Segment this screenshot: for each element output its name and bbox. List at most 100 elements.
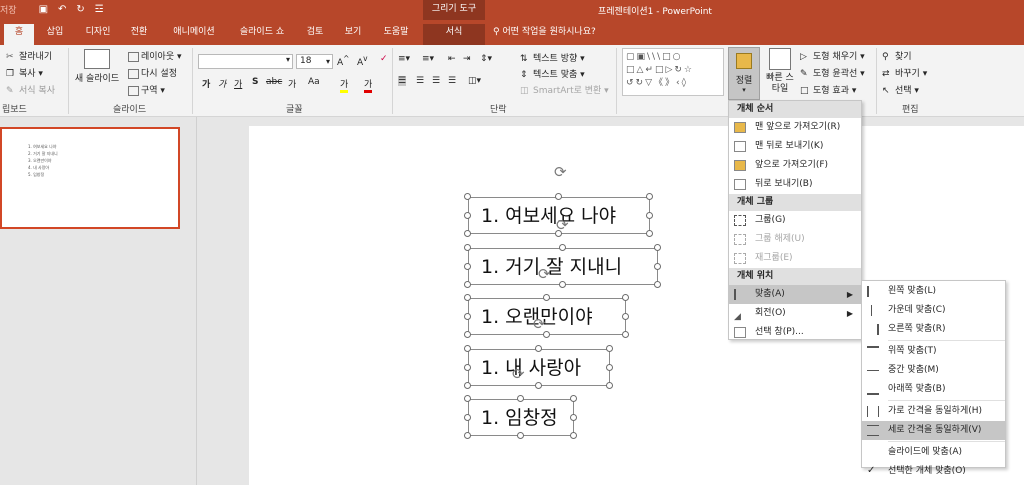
align-item[interactable]: 맞춤(A) ▶ — [729, 285, 861, 304]
resize-handle[interactable] — [464, 211, 471, 219]
align-right-button[interactable]: ☰ — [432, 76, 440, 86]
tab-design[interactable]: 디자인 — [78, 24, 118, 45]
layout-button[interactable]: 레이아웃 ▾ — [128, 49, 182, 62]
tab-help[interactable]: 도움말 — [376, 24, 416, 45]
resize-handle[interactable] — [559, 281, 566, 288]
change-case-button[interactable]: Aa — [308, 77, 320, 87]
clear-format-button[interactable]: ✓ — [380, 54, 388, 64]
text-direction-button[interactable]: ⇅ 텍스트 방향 ▾ — [520, 51, 585, 65]
resize-handle[interactable] — [464, 244, 471, 251]
resize-handle[interactable] — [622, 331, 629, 338]
resize-handle[interactable] — [654, 281, 661, 288]
italic-button[interactable]: 가 — [218, 77, 226, 90]
align-selected-objects-item[interactable]: ✓ 선택한 개체 맞춤(O) — [862, 462, 1005, 481]
quick-styles-button[interactable]: 빠른 스타일 — [764, 48, 796, 95]
send-to-back-item[interactable]: 맨 뒤로 보내기(K) — [729, 137, 861, 156]
rotate-handle-icon[interactable]: ⟳ — [554, 165, 567, 180]
resize-handle[interactable] — [464, 294, 471, 301]
resize-handle[interactable] — [622, 312, 629, 320]
format-painter-button[interactable]: ✎ 서식 복사 — [6, 83, 55, 97]
resize-handle[interactable] — [464, 230, 471, 237]
resize-handle[interactable] — [464, 413, 471, 421]
resize-handle[interactable] — [646, 211, 653, 219]
shape-outline-button[interactable]: ✎ 도형 윤곽선 ▾ — [800, 66, 865, 80]
align-center-button[interactable]: ☰ — [416, 76, 424, 86]
textbox-3[interactable]: 1. 오랜만이야 — [468, 298, 626, 335]
tab-slideshow[interactable]: 슬라이드 쇼 — [232, 24, 292, 45]
tab-view[interactable]: 보기 — [338, 24, 368, 45]
resize-handle[interactable] — [606, 363, 613, 371]
align-middle-item[interactable]: 중간 맞춤(M) — [862, 361, 1005, 380]
resize-handle[interactable] — [464, 345, 471, 352]
cut-button[interactable]: ✂ 잘라내기 — [6, 49, 52, 63]
align-center-item[interactable]: 가운데 맞춤(C) — [862, 301, 1005, 320]
shrink-font-button[interactable]: Av — [357, 54, 368, 68]
textbox-2[interactable]: 1. 거기 잘 지내니 — [468, 248, 658, 285]
numbering-button[interactable]: ≡▾ — [422, 54, 434, 64]
distribute-horizontal-item[interactable]: 가로 간격을 동일하게(H) — [862, 402, 1005, 421]
shadow-button[interactable]: S — [252, 77, 258, 87]
increase-indent-button[interactable]: ⇥ — [463, 54, 471, 64]
align-top-item[interactable]: 위쪽 맞춤(T) — [862, 342, 1005, 361]
find-button[interactable]: ⚲ 찾기 — [882, 49, 912, 63]
resize-handle[interactable] — [606, 345, 613, 352]
ungroup-item[interactable]: 그룹 해제(U) — [729, 230, 861, 249]
tab-format[interactable]: 서식 — [423, 24, 485, 45]
textbox-5[interactable]: 1. 임창정 — [468, 399, 574, 436]
line-spacing-button[interactable]: ⇕▾ — [480, 54, 492, 64]
align-right-item[interactable]: 오른쪽 맞춤(R) — [862, 320, 1005, 339]
resize-handle[interactable] — [517, 432, 524, 439]
align-bottom-item[interactable]: 아래쪽 맞춤(B) — [862, 380, 1005, 399]
bring-forward-item[interactable]: 앞으로 가져오기(F) — [729, 156, 861, 175]
resize-handle[interactable] — [606, 382, 613, 389]
font-color-button[interactable]: 가 — [364, 77, 373, 93]
resize-handle[interactable] — [654, 244, 661, 251]
undo-icon[interactable]: ↶ — [58, 4, 66, 15]
resize-handle[interactable] — [555, 230, 562, 237]
bullets-button[interactable]: ≡▾ — [398, 54, 410, 64]
shapes-gallery[interactable]: ▢▣\\\□○ □△↵□▷↻☆ ↺↻▽《》‹◊ — [622, 48, 724, 96]
redo-icon[interactable]: ↻ — [76, 4, 84, 15]
resize-handle[interactable] — [464, 262, 471, 270]
resize-handle[interactable] — [646, 230, 653, 237]
resize-handle[interactable] — [535, 382, 542, 389]
resize-handle[interactable] — [535, 345, 542, 352]
resize-handle[interactable] — [559, 244, 566, 251]
arrange-button[interactable]: 정렬 ▾ — [728, 47, 760, 100]
strikethrough-button[interactable]: abc — [266, 77, 282, 87]
resize-handle[interactable] — [464, 312, 471, 320]
tab-transitions[interactable]: 전환 — [124, 24, 154, 45]
justify-button[interactable]: ☰ — [448, 76, 456, 86]
underline-button[interactable]: 가 — [234, 77, 242, 90]
group-item[interactable]: 그룹(G) — [729, 211, 861, 230]
resize-handle[interactable] — [464, 363, 471, 371]
new-slide-button[interactable]: 새 슬라이드 — [74, 49, 120, 84]
resize-handle[interactable] — [464, 331, 471, 338]
tab-home[interactable]: 홈 — [4, 24, 34, 45]
smartart-button[interactable]: ◫ SmartArt로 변환 ▾ — [520, 83, 609, 97]
resize-handle[interactable] — [464, 382, 471, 389]
resize-handle[interactable] — [646, 193, 653, 200]
select-button[interactable]: ↖ 선택 ▾ — [882, 83, 919, 97]
font-name-input[interactable]: ▾ — [198, 54, 293, 69]
tell-me-box[interactable]: ⚲ 어떤 작업을 원하시나요? — [493, 24, 596, 41]
customize-qat-icon[interactable]: ☲ — [95, 4, 104, 15]
resize-handle[interactable] — [654, 262, 661, 270]
rotate-item[interactable]: ◢ 회전(O) ▶ — [729, 304, 861, 323]
resize-handle[interactable] — [555, 193, 562, 200]
highlight-button[interactable]: 가 — [340, 77, 349, 93]
selection-pane-item[interactable]: 선택 창(P)... — [729, 323, 861, 342]
rotate-handle-icon[interactable]: ⟳ — [512, 367, 525, 382]
resize-handle[interactable] — [570, 413, 577, 421]
resize-handle[interactable] — [464, 281, 471, 288]
reset-button[interactable]: 다시 설정 — [128, 66, 177, 79]
tab-animations[interactable]: 애니메이션 — [164, 24, 224, 45]
bring-to-front-item[interactable]: 맨 앞으로 가져오기(R) — [729, 118, 861, 137]
char-spacing-button[interactable]: 가 — [288, 77, 296, 90]
replace-button[interactable]: ⇄ 바꾸기 ▾ — [882, 66, 927, 80]
shape-effects-button[interactable]: □ 도형 효과 ▾ — [800, 83, 856, 97]
columns-button[interactable]: ◫▾ — [468, 76, 481, 86]
resize-handle[interactable] — [517, 395, 524, 402]
decrease-indent-button[interactable]: ⇤ — [448, 54, 456, 64]
grow-font-button[interactable]: A^ — [337, 54, 349, 68]
